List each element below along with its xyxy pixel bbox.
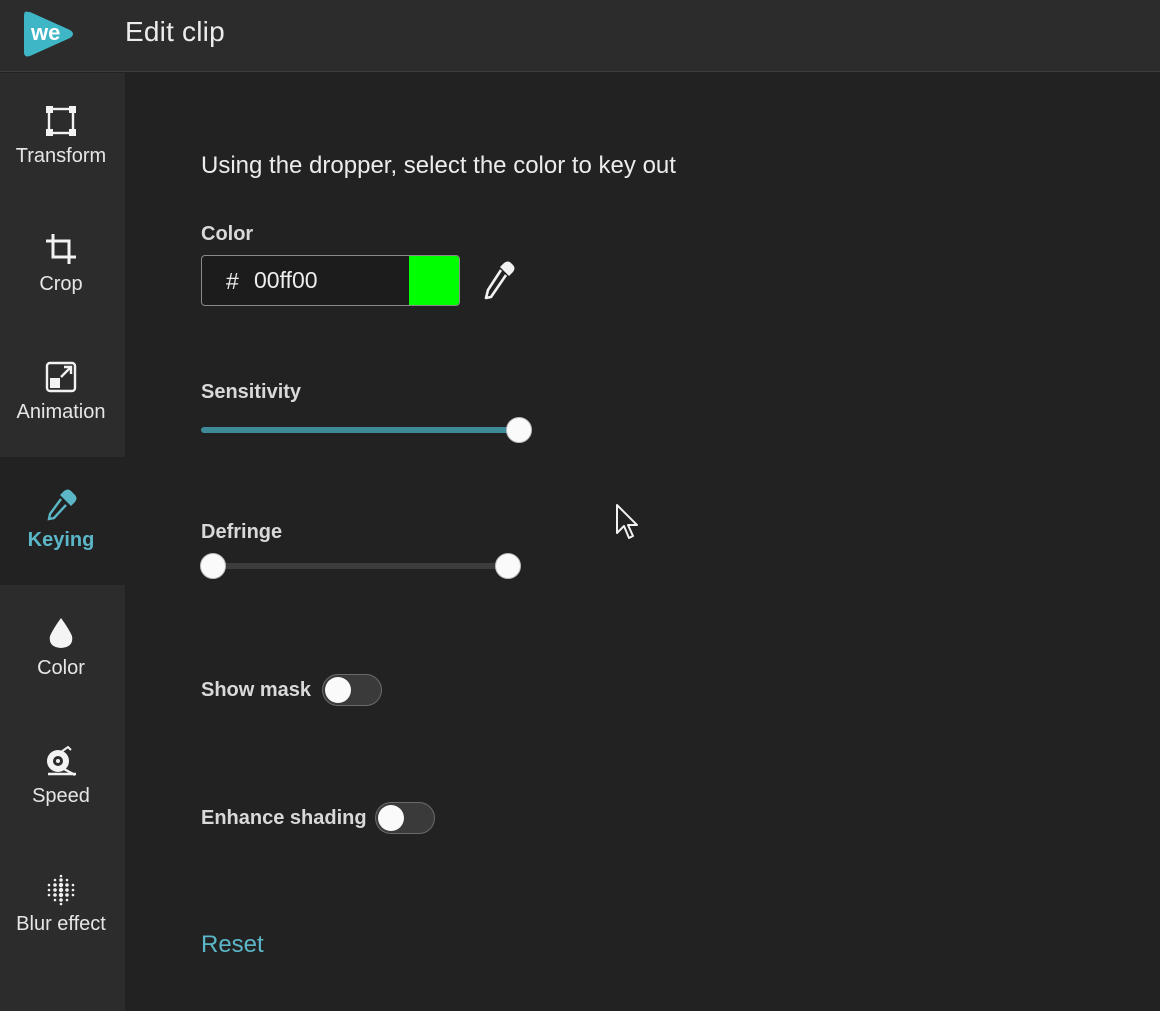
defringe-slider[interactable] xyxy=(213,563,508,569)
sensitivity-slider[interactable] xyxy=(201,427,519,433)
defringe-slider-min-thumb[interactable] xyxy=(200,553,226,579)
sidebar-item-blur-effect[interactable]: Blur effect xyxy=(0,841,122,969)
toggle-knob xyxy=(325,677,351,703)
enhance-shading-toggle[interactable] xyxy=(375,802,435,834)
show-mask-label: Show mask xyxy=(201,679,312,701)
blur-icon xyxy=(47,874,75,906)
sensitivity-slider-thumb[interactable] xyxy=(506,417,532,443)
hash-prefix: # xyxy=(226,268,239,294)
sidebar-item-transform[interactable]: Transform xyxy=(0,73,122,201)
sidebar-item-color[interactable]: Color xyxy=(0,585,122,713)
sidebar: Transform Crop Animation Keying Color Sp… xyxy=(0,73,125,1011)
crop-icon xyxy=(46,234,76,264)
page-title: Edit clip xyxy=(125,16,225,47)
sensitivity-fill xyxy=(201,427,519,433)
defringe-slider-max-thumb[interactable] xyxy=(495,553,521,579)
sidebar-item-label: Keying xyxy=(27,529,95,551)
app-logo[interactable]: we xyxy=(22,8,74,60)
sidebar-item-label: Animation xyxy=(16,401,106,423)
color-field: # xyxy=(201,255,460,306)
sidebar-item-animation[interactable]: Animation xyxy=(0,329,122,457)
mouse-pointer-icon xyxy=(616,504,638,539)
dropper-icon xyxy=(47,489,77,521)
color-swatch[interactable] xyxy=(409,256,459,305)
reset-button[interactable]: Reset xyxy=(201,931,264,959)
hex-color-input[interactable] xyxy=(254,256,404,305)
sidebar-item-label: Transform xyxy=(15,145,107,167)
defringe-label: Defringe xyxy=(201,521,283,543)
animation-icon xyxy=(45,361,77,393)
speed-icon xyxy=(47,745,76,777)
color-label: Color xyxy=(201,223,254,245)
drop-icon xyxy=(49,618,73,648)
show-mask-toggle[interactable] xyxy=(322,674,382,706)
transform-icon xyxy=(46,106,76,136)
sensitivity-label: Sensitivity xyxy=(201,381,302,403)
toggle-knob xyxy=(378,805,404,831)
sidebar-item-label: Color xyxy=(37,657,85,679)
enhance-shading-label: Enhance shading xyxy=(201,807,367,829)
sidebar-item-label: Blur effect xyxy=(16,913,106,935)
sidebar-item-label: Crop xyxy=(39,273,83,295)
app-header: we Edit clip xyxy=(0,0,1160,72)
keying-instruction: Using the dropper, select the color to k… xyxy=(201,152,676,179)
eyedropper-icon[interactable] xyxy=(482,260,516,302)
sidebar-item-crop[interactable]: Crop xyxy=(0,201,122,329)
sidebar-item-keying[interactable]: Keying xyxy=(0,457,122,585)
sidebar-item-label: Speed xyxy=(32,785,90,807)
sidebar-item-speed[interactable]: Speed xyxy=(0,713,122,841)
logo-text: we xyxy=(30,20,60,45)
